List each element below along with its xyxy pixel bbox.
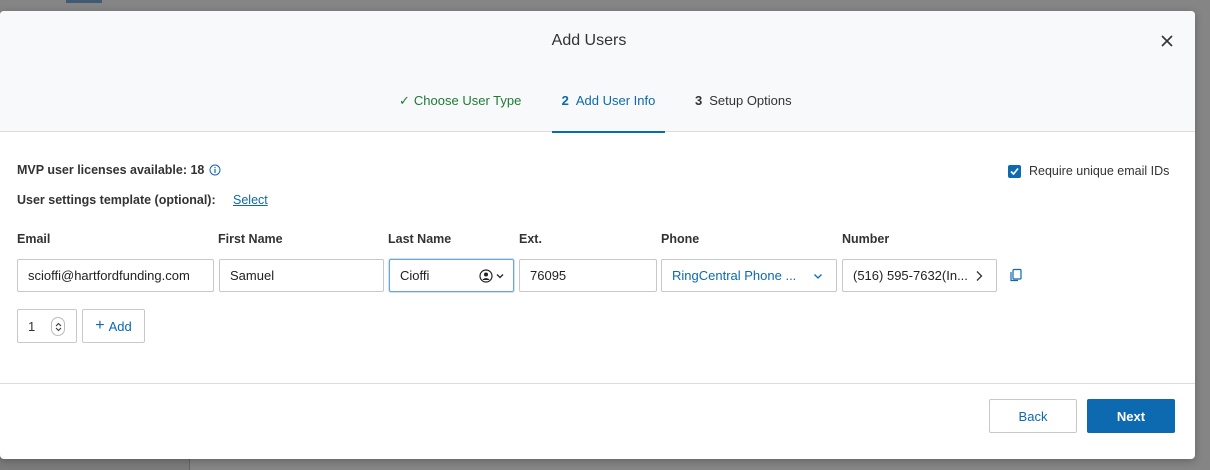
step-label: Choose User Type (413, 93, 522, 108)
phone-dropdown-toggle[interactable] (813, 271, 823, 281)
column-header-phone: Phone (661, 232, 700, 246)
checkmark-icon: ✓ (399, 93, 410, 108)
column-header-first-name: First Name (218, 232, 283, 246)
chevron-right-icon (976, 271, 983, 281)
step-add-user-info[interactable]: 2 Add User Info (552, 89, 665, 133)
number-select[interactable]: (516) 595-7632(In... (842, 259, 997, 292)
number-value: (516) 595-7632(In... (853, 268, 968, 283)
back-button[interactable]: Back (989, 399, 1077, 433)
user-circle-icon (479, 269, 493, 283)
column-header-number: Number (842, 232, 890, 246)
step-setup-options[interactable]: 3 Setup Options (695, 89, 792, 132)
plus-icon: + (95, 317, 105, 334)
first-name-field[interactable]: Samuel (219, 259, 384, 292)
row-count-value: 1 (28, 318, 36, 334)
email-value: scioffi@hartfordfunding.com (28, 268, 190, 283)
first-name-value: Samuel (230, 268, 275, 283)
step-label: Setup Options (709, 93, 792, 108)
require-unique-email[interactable]: Require unique email IDs (1008, 164, 1169, 178)
column-header-ext: Ext. (519, 232, 542, 246)
phone-select[interactable]: RingCentral Phone ... (661, 259, 837, 292)
chevron-down-icon (496, 274, 504, 279)
chevron-down-icon (55, 327, 61, 331)
step-number: 3 (695, 93, 703, 108)
backdrop-sidebar (0, 458, 190, 470)
licenses-available: MVP user licenses available: 18 (17, 163, 221, 177)
backdrop-tab-indicator (66, 0, 102, 3)
ext-field[interactable]: 76095 (519, 259, 657, 292)
ext-value: 76095 (530, 268, 567, 283)
check-icon (1010, 167, 1019, 175)
require-unique-checkbox[interactable] (1008, 164, 1021, 178)
stepper-arrows[interactable] (51, 317, 65, 336)
require-unique-label: Require unique email IDs (1029, 164, 1170, 178)
copy-icon (1010, 268, 1022, 282)
next-button[interactable]: Next (1087, 399, 1175, 433)
wizard-steps: ✓ Choose User Type 2 Add User Info 3 Set… (0, 89, 1195, 133)
template-label: User settings template (optional): (17, 193, 216, 207)
phone-value: RingCentral Phone ... (672, 268, 797, 283)
contact-picker-button[interactable] (479, 269, 505, 283)
number-chevron[interactable] (974, 270, 984, 282)
column-header-last-name: Last Name (388, 232, 452, 246)
modal-header: Add Users ✓ Choose User Type 2 Add User … (0, 11, 1195, 133)
info-icon[interactable] (209, 164, 221, 176)
column-header-email: Email (17, 232, 51, 246)
last-name-value: Cioffi (400, 268, 430, 283)
close-icon (1161, 35, 1173, 47)
licenses-label: MVP user licenses available: 18 (17, 163, 205, 177)
close-button[interactable] (1156, 30, 1178, 52)
row-count-stepper[interactable]: 1 (17, 309, 77, 343)
email-field[interactable]: scioffi@hartfordfunding.com (17, 259, 214, 292)
active-step-indicator (552, 131, 665, 133)
add-rows-button[interactable]: + Add (82, 309, 145, 343)
step-label: Add User Info (575, 93, 656, 108)
step-choose-user-type[interactable]: ✓ Choose User Type (399, 89, 521, 132)
step-number: 2 (561, 93, 569, 108)
chevron-down-icon (814, 274, 822, 279)
last-name-field[interactable]: Cioffi (389, 259, 514, 292)
copy-button[interactable] (1009, 268, 1023, 287)
add-label: Add (108, 318, 132, 334)
modal-title: Add Users (551, 32, 627, 49)
select-template-link[interactable]: Select (233, 193, 268, 207)
